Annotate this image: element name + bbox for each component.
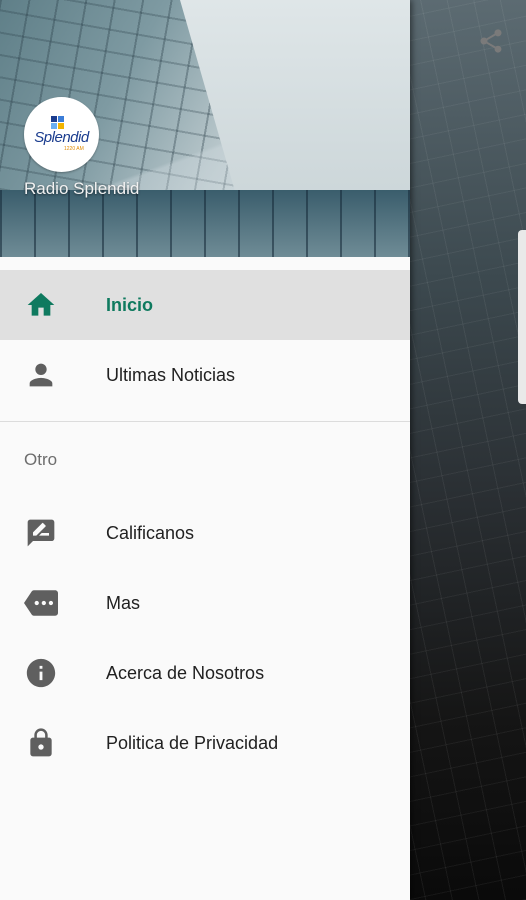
- menu-item-inicio[interactable]: Inicio: [0, 270, 410, 340]
- person-icon: [24, 358, 58, 392]
- header-glass: [0, 190, 410, 257]
- station-name: Radio Splendid: [24, 179, 140, 198]
- menu-item-label: Ultimas Noticias: [106, 364, 236, 385]
- lock-icon: [24, 726, 58, 760]
- drawer-header: Splendid 1220 AM Radio Splendid: [0, 0, 410, 257]
- logo-text: Splendid: [34, 129, 89, 146]
- logo-subtext: 1220 AM: [64, 146, 84, 152]
- menu-item-acerca[interactable]: Acerca de Nosotros: [0, 638, 410, 708]
- menu-item-label: Politica de Privacidad: [106, 732, 279, 753]
- navigation-drawer: Splendid 1220 AM Radio Splendid Inicio U…: [0, 0, 410, 900]
- menu-item-calificanos[interactable]: Calificanos: [0, 498, 410, 568]
- menu-item-ultimas-noticias[interactable]: Ultimas Noticias: [0, 340, 410, 410]
- rate-review-icon: [24, 516, 58, 550]
- share-icon: [480, 29, 502, 53]
- side-handle[interactable]: [518, 230, 526, 404]
- more-label-icon: [24, 586, 58, 620]
- menu-item-privacidad[interactable]: Politica de Privacidad: [0, 708, 410, 778]
- share-button[interactable]: [474, 24, 508, 58]
- menu-item-label: Inicio: [106, 294, 154, 315]
- station-logo: Splendid 1220 AM: [24, 97, 99, 172]
- section-title: Otro: [24, 450, 58, 469]
- menu-item-label: Acerca de Nosotros: [106, 662, 265, 683]
- info-icon: [24, 656, 58, 690]
- drawer-menu: Inicio Ultimas Noticias Otro Calificanos…: [0, 270, 410, 778]
- home-icon: [24, 288, 58, 322]
- menu-item-label: Mas: [106, 592, 141, 613]
- menu-item-label: Calificanos: [106, 522, 195, 543]
- menu-item-mas[interactable]: Mas: [0, 568, 410, 638]
